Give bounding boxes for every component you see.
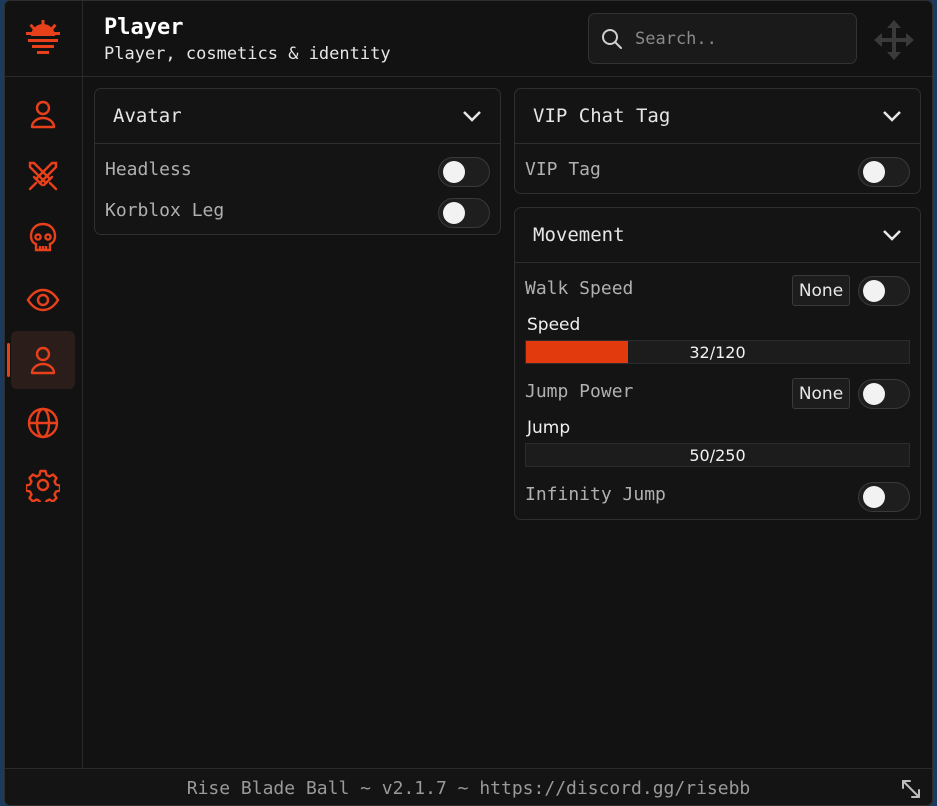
infinity-jump-label: Infinity Jump [525,484,666,505]
page-title: Player [104,15,184,40]
infinity-jump-row: Infinity Jump [515,474,920,515]
search-input[interactable] [633,27,837,50]
jump-power-row: Jump Power None [515,371,920,412]
walk-speed-label: Walk Speed [525,278,634,299]
toggle-knob [863,280,885,302]
user-icon [30,100,56,129]
crossed-swords-icon [28,161,58,191]
page-subtitle: Player, cosmetics & identity [104,44,391,64]
speed-slider[interactable]: 32/120 [525,340,910,364]
movement-panel-header[interactable]: Movement [515,208,920,263]
sidebar-item-settings[interactable] [11,456,75,514]
chevron-down-icon [883,111,901,122]
speed-slider-value: 32/120 [689,342,746,362]
vip-tag-row: VIP Tag [515,149,920,190]
vip-tag-toggle[interactable] [858,157,910,187]
move-icon[interactable] [874,20,914,60]
sidebar-divider [5,76,82,77]
walk-speed-keybind[interactable]: None [792,275,850,306]
toggle-knob [443,202,465,224]
header: Player Player, cosmetics & identity [83,1,932,77]
footer-text: Rise Blade Ball ~ v2.1.7 ~ https://disco… [186,778,751,799]
footer: Rise Blade Ball ~ v2.1.7 ~ https://disco… [5,768,932,805]
jump-slider-label: Jump [527,418,571,438]
jump-power-toggle[interactable] [858,379,910,409]
toggle-knob [863,161,885,183]
speed-slider-label: Speed [527,315,581,335]
sidebar [5,1,83,768]
toggle-knob [863,383,885,405]
jump-slider-group: Jump 50/250 [515,412,920,474]
sidebar-item-visuals[interactable] [11,271,75,329]
skull-icon [29,222,57,252]
sidebar-item-world[interactable] [11,394,75,452]
vip-panel-header[interactable]: VIP Chat Tag [515,89,920,144]
avatar-panel-title: Avatar [113,105,182,127]
jump-slider-value: 50/250 [689,445,746,465]
vip-tag-label: VIP Tag [525,159,601,180]
search-icon [602,28,622,49]
search-box[interactable] [588,13,857,64]
chevron-down-icon [883,230,901,241]
korblox-leg-label: Korblox Leg [105,200,225,221]
jump-power-keybind[interactable]: None [792,378,850,409]
user-icon [30,346,56,375]
eye-icon [26,288,60,312]
gear-icon [26,469,60,502]
korblox-leg-row: Korblox Leg [95,190,500,231]
walk-speed-row: Walk Speed None [515,268,920,309]
app-window: Player Player, cosmetics & identity Avat… [4,0,933,806]
avatar-panel: Avatar Headless Korblox Leg [94,88,501,235]
jump-power-label: Jump Power [525,381,634,402]
jump-slider[interactable]: 50/250 [525,443,910,467]
sidebar-item-user[interactable] [11,85,75,143]
movement-panel: Movement Walk Speed None Speed 32/120 Ju… [514,207,921,520]
sidebar-item-skull[interactable] [11,209,75,267]
sidebar-item-combat[interactable] [11,147,75,205]
toggle-knob [863,486,885,508]
toggle-knob [443,161,465,183]
headless-toggle[interactable] [438,157,490,187]
infinity-jump-toggle[interactable] [858,482,910,512]
globe-icon [27,407,59,439]
headless-row: Headless [95,149,500,190]
vip-chat-tag-panel: VIP Chat Tag VIP Tag [514,88,921,194]
avatar-panel-header[interactable]: Avatar [95,89,500,144]
logo-icon [26,20,60,54]
speed-slider-group: Speed 32/120 [515,309,920,371]
korblox-leg-toggle[interactable] [438,198,490,228]
chevron-down-icon [463,111,481,122]
headless-label: Headless [105,159,192,180]
resize-icon[interactable] [900,778,922,800]
movement-panel-title: Movement [533,224,625,246]
vip-panel-title: VIP Chat Tag [533,105,671,127]
walk-speed-toggle[interactable] [858,276,910,306]
sidebar-item-player[interactable] [7,331,75,389]
